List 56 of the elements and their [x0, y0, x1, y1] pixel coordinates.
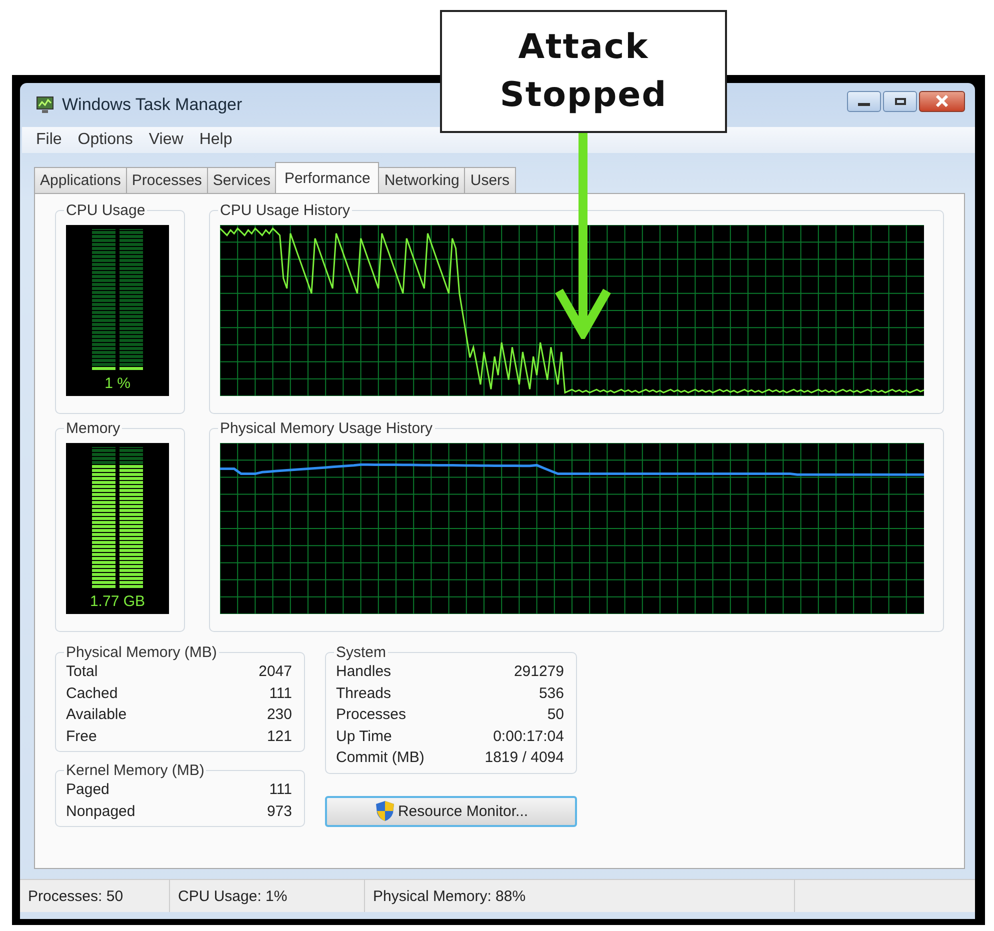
tab[interactable]: Performance [275, 162, 380, 193]
meter-reading: 1 % [104, 375, 132, 392]
group-title: Physical Memory (MB) [65, 644, 218, 661]
menu-item[interactable]: View [142, 129, 190, 151]
status-text: Physical Memory: 88% [365, 880, 795, 912]
tab[interactable]: Applications [34, 167, 127, 193]
stat-label: Processes [336, 705, 406, 725]
stat-value: 0:00:17:04 [493, 726, 564, 746]
stat-value: 973 [266, 802, 292, 822]
stat-label: Free [66, 726, 97, 746]
status-text: Processes: 50 [20, 880, 170, 912]
stat-value: 2047 [258, 662, 292, 682]
group-title: Physical Memory Usage History [219, 420, 434, 437]
stat-label: Paged [66, 780, 110, 800]
tab[interactable]: Processes [126, 167, 208, 193]
close-icon [935, 95, 949, 107]
resource-monitor-button[interactable]: Resource Monitor... [325, 796, 577, 826]
menu-item[interactable]: Help [193, 129, 238, 151]
annotation-text: Stopped [500, 74, 668, 116]
group-title: System [335, 644, 388, 661]
meter-reading: 1.77 GB [88, 593, 146, 610]
minimize-icon [858, 102, 870, 106]
shield-icon [374, 800, 396, 822]
group-title: Memory [65, 420, 122, 437]
stat-value: 111 [269, 684, 292, 704]
tab[interactable]: Networking [378, 167, 466, 193]
minimize-button[interactable] [847, 90, 881, 112]
stat-label: Nonpaged [66, 802, 136, 822]
stat-label: Cached [66, 684, 118, 704]
window-title: Windows Task Manager [62, 95, 242, 115]
stat-value: 50 [547, 705, 564, 725]
maximize-icon [894, 98, 906, 104]
menu-item[interactable]: Options [72, 129, 139, 151]
stat-value: 536 [538, 684, 564, 704]
maximize-button[interactable] [883, 90, 917, 112]
stat-label: Available [66, 705, 127, 725]
annotation-text: Attack [518, 26, 649, 69]
group-title: CPU Usage History [219, 202, 352, 219]
menu-item[interactable]: File [30, 129, 68, 151]
stat-value: 1819 / 4094 [484, 748, 564, 768]
stat-value: 291279 [514, 662, 564, 682]
stat-label: Commit (MB) [336, 748, 424, 768]
stat-label: Total [66, 662, 98, 682]
stat-value: 111 [269, 780, 292, 800]
tab[interactable]: Users [464, 167, 516, 193]
stat-label: Threads [336, 684, 392, 704]
stat-label: Up Time [336, 726, 392, 746]
stat-value: 121 [266, 726, 292, 746]
tab[interactable]: Services [206, 167, 276, 193]
close-button[interactable] [919, 90, 965, 112]
stat-label: Handles [336, 662, 392, 682]
status-text: CPU Usage: 1% [170, 880, 365, 912]
stat-value: 230 [266, 705, 292, 725]
monitor-icon [34, 96, 54, 114]
group-title: Kernel Memory (MB) [65, 762, 206, 779]
group-title: CPU Usage [65, 202, 146, 219]
